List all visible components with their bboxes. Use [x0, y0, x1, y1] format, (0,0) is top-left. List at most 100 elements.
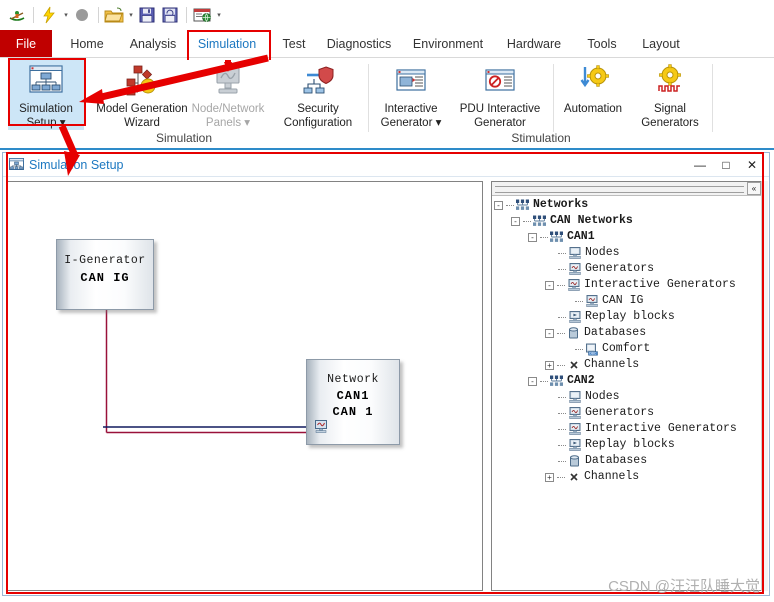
simulation-setup-icon	[9, 158, 24, 171]
svg-text:DBC: DBC	[589, 351, 597, 355]
save-icon[interactable]	[136, 4, 158, 26]
tree-item[interactable]: Databases	[492, 453, 762, 469]
open-dropdown-caret[interactable]: ▾	[126, 11, 136, 19]
maximize-button[interactable]: □	[713, 154, 739, 176]
tree-item[interactable]: Replay blocks	[492, 437, 762, 453]
tree-item[interactable]: - Interactive Generators	[492, 277, 762, 293]
customize-qat-caret[interactable]: ▾	[214, 11, 224, 19]
close-button[interactable]: ✕	[739, 154, 765, 176]
tree-item[interactable]: Nodes	[492, 245, 762, 261]
tree-item[interactable]: - CAN1	[492, 229, 762, 245]
automation-button[interactable]: Automation	[556, 60, 630, 117]
tree-collapse-toggle-icon[interactable]: -	[545, 328, 554, 338]
open-folder-icon[interactable]	[103, 4, 125, 26]
tree-connector-line	[506, 204, 514, 206]
window-controls: — □ ✕	[687, 153, 765, 177]
tab-home[interactable]: Home	[60, 30, 114, 58]
tab-tools[interactable]: Tools	[578, 30, 626, 58]
generator-icon	[567, 422, 582, 436]
interactive-generator-icon	[372, 60, 450, 102]
simulation-setup-button[interactable]: Simulation Setup ▾	[8, 60, 84, 130]
tree-collapse-toggle-icon[interactable]: -	[511, 216, 520, 226]
tree-item[interactable]: Nodes	[492, 389, 762, 405]
database-icon	[566, 326, 581, 340]
tree-item[interactable]: + Channels	[492, 469, 762, 485]
collapse-panel-button[interactable]: «	[747, 182, 761, 195]
node-icon	[567, 246, 582, 260]
interactive-generator-button[interactable]: Interactive Generator ▾	[372, 60, 450, 130]
network-cluster-icon	[549, 375, 564, 387]
tree-item[interactable]: Replay blocks	[492, 309, 762, 325]
tree-panel-splitter[interactable]: «	[492, 182, 762, 196]
tab-analysis[interactable]: Analysis	[122, 30, 184, 58]
tab-file[interactable]: File	[0, 30, 52, 58]
tree-item[interactable]: - Databases	[492, 325, 762, 341]
tree-connector-line	[575, 348, 583, 350]
tree-connector-line	[557, 364, 565, 366]
tree-collapse-toggle-icon[interactable]: -	[528, 232, 537, 242]
tree-collapse-toggle-icon[interactable]: -	[494, 200, 503, 210]
signal-generators-label-line1: Signal	[654, 103, 686, 115]
tree-item-label: CAN Networks	[550, 214, 633, 227]
security-configuration-label-line2: Configuration	[283, 117, 353, 129]
pdu-interactive-generator-button[interactable]: PDU Interactive Generator	[452, 60, 548, 130]
tree-collapse-toggle-icon[interactable]: -	[545, 280, 554, 290]
tab-layout[interactable]: Layout	[634, 30, 688, 58]
stop-measurement-icon[interactable]	[71, 4, 93, 26]
tab-test[interactable]: Test	[274, 30, 314, 58]
tree-item-label: CAN1	[567, 230, 595, 243]
tree-expand-toggle-icon[interactable]: +	[545, 360, 554, 370]
tree-item[interactable]: DBC Comfort	[492, 341, 762, 357]
qat-divider-2	[98, 7, 99, 23]
simulation-setup-canvas[interactable]: I-Generator CAN IG Network CAN1 CAN 1	[7, 181, 483, 591]
simulation-setup-label-line2: Setup ▾	[26, 117, 66, 129]
tree-item-label: Channels	[584, 470, 640, 483]
save-all-icon[interactable]	[159, 4, 181, 26]
tree-item-label: CAN2	[567, 374, 595, 387]
tab-environment[interactable]: Environment	[404, 30, 492, 58]
interactive-generator-label-line1: Interactive	[384, 103, 438, 115]
automation-icon	[556, 60, 630, 102]
tree-connector-line	[558, 316, 566, 318]
tree-item-label: Channels	[584, 358, 640, 371]
tab-diagnostics[interactable]: Diagnostics	[320, 30, 398, 58]
tree-item[interactable]: - Networks	[492, 197, 762, 213]
start-dropdown-caret[interactable]: ▾	[61, 11, 71, 19]
tab-simulation[interactable]: Simulation	[188, 30, 266, 58]
tree-item[interactable]: - CAN Networks	[492, 213, 762, 229]
print-preview-icon[interactable]	[191, 4, 213, 26]
tree-expand-toggle-icon[interactable]: +	[545, 472, 554, 482]
signal-generators-label-line2: Generators	[641, 117, 699, 129]
tree-item[interactable]: - CAN2	[492, 373, 762, 389]
network-block[interactable]: Network CAN1 CAN 1	[306, 359, 400, 445]
tree-item[interactable]: + Channels	[492, 357, 762, 373]
tab-hardware[interactable]: Hardware	[498, 30, 570, 58]
replay-icon	[567, 310, 582, 324]
igenerator-block[interactable]: I-Generator CAN IG	[56, 239, 154, 310]
automation-label-line2	[556, 116, 630, 117]
ribbon-tab-bar: File Home Analysis Simulation Test Diagn…	[0, 30, 774, 58]
signal-generators-button[interactable]: Signal Generators	[632, 60, 708, 130]
security-configuration-button[interactable]: Security Configuration	[272, 60, 364, 130]
tree-item[interactable]: Interactive Generators	[492, 421, 762, 437]
canoe-logo-icon[interactable]	[6, 4, 28, 26]
vertical-scrollbar[interactable]	[761, 181, 768, 591]
node-network-panels-label-line2: Panels ▾	[205, 117, 251, 129]
network-block-line2: CAN1	[336, 389, 370, 403]
tree-connector-line	[558, 252, 566, 254]
simulation-setup-icon	[8, 60, 84, 102]
node-network-panels-button[interactable]: Node/Network Panels ▾	[180, 60, 276, 130]
tree-item[interactable]: CAN IG	[492, 293, 762, 309]
tree-connector-line	[558, 396, 566, 398]
network-tree[interactable]: - Networks - CAN Networks - CAN1 Nodes Generato…	[492, 197, 762, 590]
tree-item-label: Networks	[533, 198, 589, 211]
tree-connector-line	[558, 444, 566, 446]
tree-item[interactable]: Generators	[492, 405, 762, 421]
minimize-button[interactable]: —	[687, 154, 713, 176]
tree-item-label: Databases	[584, 326, 647, 339]
tree-collapse-toggle-icon[interactable]: -	[528, 376, 537, 386]
start-measurement-icon[interactable]	[38, 4, 60, 26]
tree-item[interactable]: Generators	[492, 261, 762, 277]
replay-icon	[567, 438, 582, 452]
ribbon-group-separator-3	[712, 64, 713, 132]
